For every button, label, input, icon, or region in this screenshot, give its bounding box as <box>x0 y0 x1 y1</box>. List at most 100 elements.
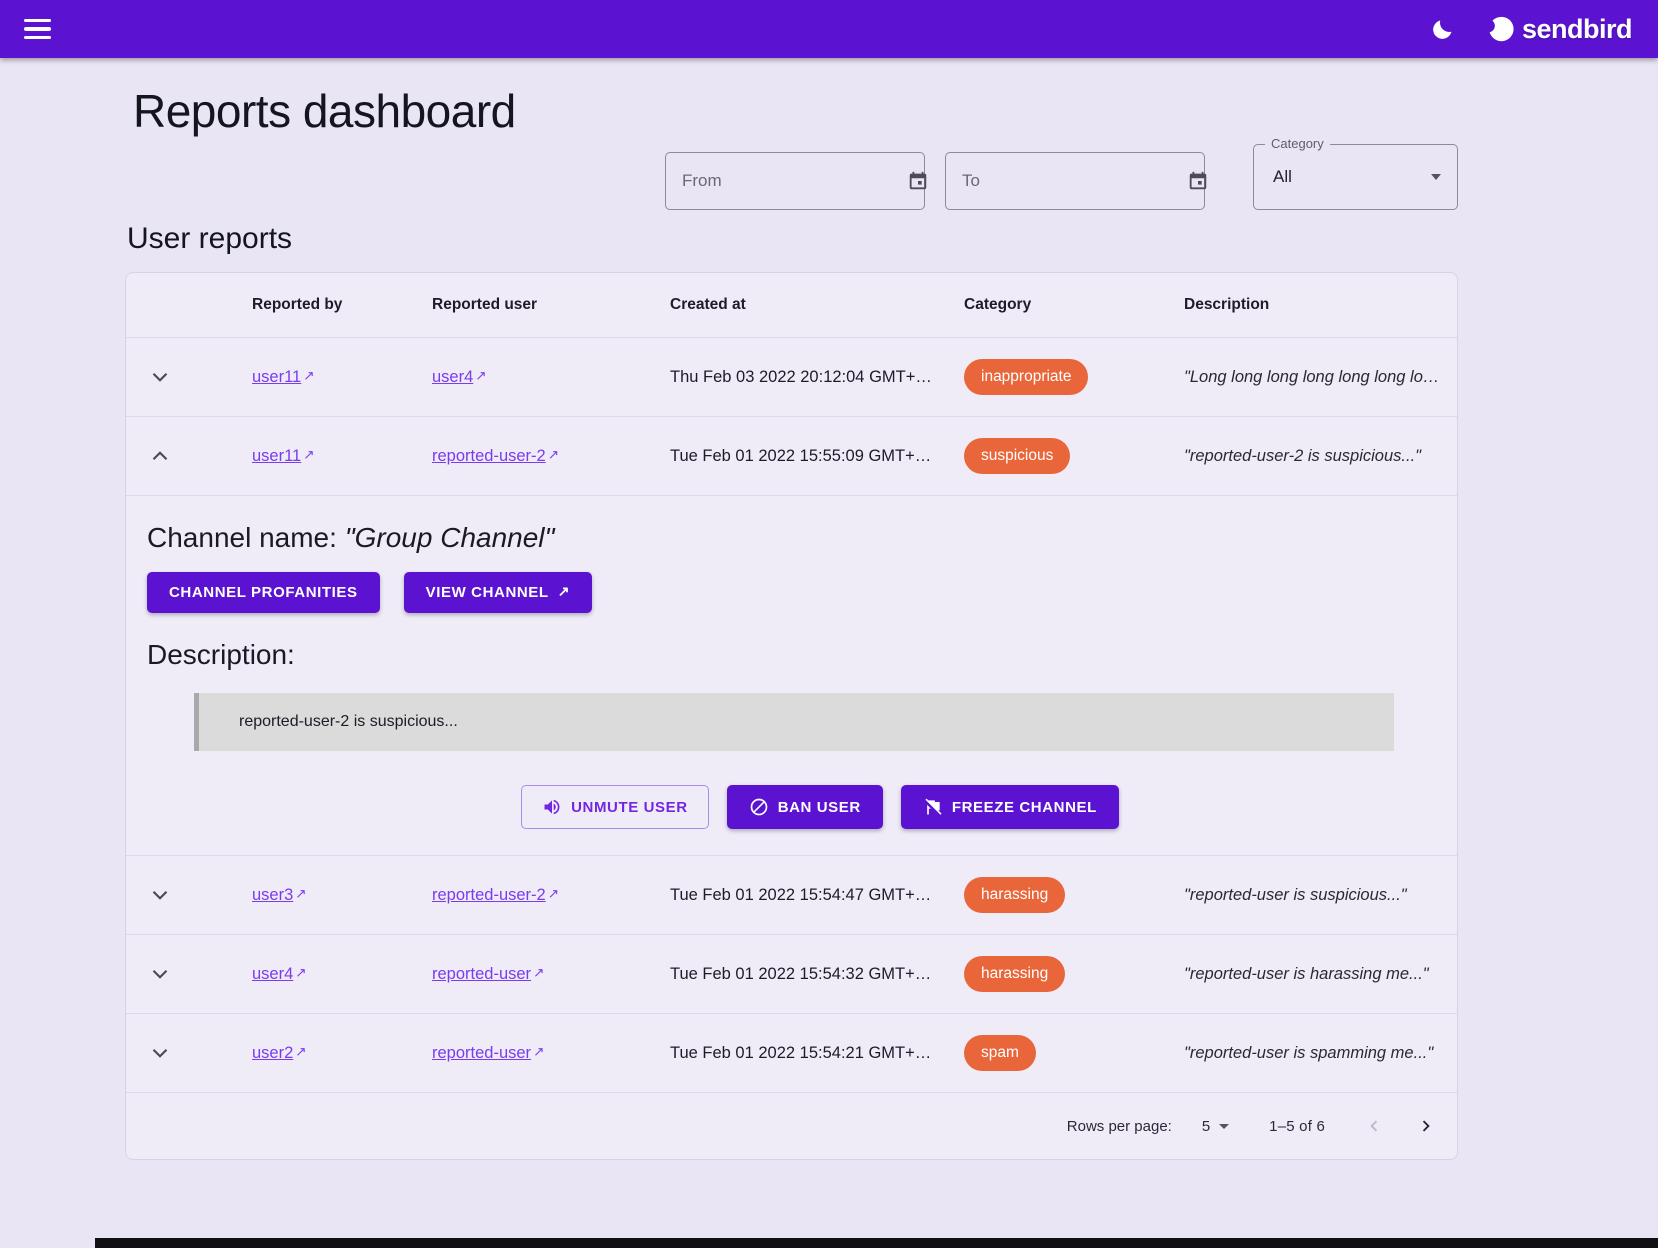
reported-by-link[interactable]: user11↗ <box>252 368 315 386</box>
external-link-icon: ↗ <box>295 965 306 981</box>
reported-user-link[interactable]: reported-user-2↗ <box>432 886 559 904</box>
expand-row-button[interactable] <box>138 355 182 399</box>
report-description-quote: reported-user-2 is suspicious... <box>194 693 1394 751</box>
reported-user-link[interactable]: reported-user↗ <box>432 1044 544 1062</box>
reported-by-link[interactable]: user3↗ <box>252 886 307 904</box>
calendar-icon <box>907 170 929 192</box>
rows-per-page-select[interactable]: 5 <box>1202 1118 1229 1135</box>
detail-description-label: Description: <box>147 639 1437 671</box>
expand-cell <box>126 1031 236 1075</box>
column-header-description: Description <box>1168 296 1457 314</box>
rows-per-page-value: 5 <box>1202 1118 1210 1135</box>
chevron-up-icon <box>147 443 173 469</box>
ban-user-button[interactable]: BAN USER <box>727 785 883 829</box>
category-select[interactable]: Category All <box>1253 144 1458 210</box>
link-text: user4 <box>432 368 473 386</box>
report-detail-panel: Channel name: "Group Channel" CHANNEL PR… <box>126 495 1457 855</box>
description-cell: "reported-user is harassing me..." <box>1168 965 1457 984</box>
from-date-input[interactable] <box>682 171 903 191</box>
created-at-cell: Thu Feb 03 2022 20:12:04 GMT+… <box>654 368 948 387</box>
chevron-down-icon <box>147 961 173 987</box>
chevron-left-icon <box>1363 1115 1385 1137</box>
table-header-row: Reported by Reported user Created at Cat… <box>126 273 1457 337</box>
created-at-cell: Tue Feb 01 2022 15:54:32 GMT+… <box>654 965 948 984</box>
created-at-cell: Tue Feb 01 2022 15:55:09 GMT+… <box>654 447 948 466</box>
chevron-down-icon <box>147 364 173 390</box>
brand-wordmark: sendbird <box>1522 14 1632 45</box>
link-text: reported-user-2 <box>432 447 546 465</box>
button-label: VIEW CHANNEL <box>426 584 549 601</box>
category-select-value: All <box>1273 167 1431 187</box>
menu-button[interactable] <box>24 9 64 49</box>
page-title: Reports dashboard <box>133 84 1458 138</box>
section-title: User reports <box>127 222 1458 256</box>
link-text: user11 <box>252 368 301 386</box>
reported-user-link[interactable]: reported-user-2↗ <box>432 447 559 465</box>
button-label: FREEZE CHANNEL <box>952 799 1097 816</box>
table-row-expanded: user11↗ reported-user-2↗ Tue Feb 01 2022… <box>126 416 1457 495</box>
category-badge: inappropriate <box>964 359 1088 395</box>
reported-user-link[interactable]: reported-user↗ <box>432 965 544 983</box>
ban-icon <box>749 797 769 817</box>
expand-cell <box>126 952 236 996</box>
channel-name-label: Channel name: <box>147 522 345 553</box>
moderation-actions-row: UNMUTE USER BAN USER <box>175 785 1458 835</box>
created-at-cell: Tue Feb 01 2022 15:54:47 GMT+… <box>654 886 948 905</box>
reported-by-link[interactable]: user11↗ <box>252 447 315 465</box>
expand-row-button[interactable] <box>138 873 182 917</box>
link-text: reported-user <box>432 1044 531 1062</box>
unmute-user-button[interactable]: UNMUTE USER <box>521 785 709 829</box>
user-reports-table: Reported by Reported user Created at Cat… <box>125 272 1458 1160</box>
link-text: user2 <box>252 1044 293 1062</box>
link-text: reported-user-2 <box>432 886 546 904</box>
expand-cell <box>126 434 236 478</box>
dropdown-arrow-icon <box>1431 174 1441 180</box>
category-badge: harassing <box>964 956 1065 992</box>
external-link-icon: ↗ <box>548 886 559 902</box>
volume-up-icon <box>542 797 562 817</box>
external-link-icon: ↗ <box>548 447 559 463</box>
link-text: reported-user <box>432 965 531 983</box>
table-row: user3↗ reported-user-2↗ Tue Feb 01 2022 … <box>126 855 1457 934</box>
button-label: BAN USER <box>778 799 861 816</box>
table-pagination: Rows per page: 5 1–5 of 6 <box>126 1092 1457 1159</box>
reported-by-link[interactable]: user2↗ <box>252 1044 307 1062</box>
sendbird-brand[interactable]: sendbird <box>1485 14 1632 45</box>
reported-user-link[interactable]: user4↗ <box>432 368 487 386</box>
appbar-right: sendbird <box>1430 14 1632 45</box>
from-date-field <box>665 152 925 210</box>
sendbird-logo-icon <box>1485 14 1515 44</box>
external-link-icon: ↗ <box>475 368 486 384</box>
column-header-category: Category <box>948 296 1168 314</box>
to-date-input[interactable] <box>962 171 1183 191</box>
chevron-down-icon <box>147 882 173 908</box>
external-link-icon: ↗ <box>533 965 544 981</box>
description-cell: "reported-user is spamming me..." <box>1168 1044 1457 1063</box>
column-header-reported-by: Reported by <box>236 296 416 314</box>
category-badge: harassing <box>964 877 1065 913</box>
chevron-right-icon <box>1415 1115 1437 1137</box>
from-calendar-button[interactable] <box>903 166 933 196</box>
rows-per-page-label: Rows per page: <box>1067 1118 1172 1135</box>
link-text: user4 <box>252 965 293 983</box>
expand-row-button[interactable] <box>138 1031 182 1075</box>
expand-row-button[interactable] <box>138 952 182 996</box>
theme-toggle-button[interactable] <box>1430 17 1455 42</box>
expand-cell <box>126 873 236 917</box>
channel-profanities-button[interactable]: CHANNEL PROFANITIES <box>147 572 380 613</box>
collapse-row-button[interactable] <box>138 434 182 478</box>
description-cell: "reported-user is suspicious..." <box>1168 886 1457 905</box>
next-page-button[interactable] <box>1407 1107 1445 1145</box>
freeze-channel-button[interactable]: FREEZE CHANNEL <box>901 785 1119 829</box>
channel-name-value: "Group Channel" <box>345 522 555 553</box>
external-link-icon: ↗ <box>558 583 570 600</box>
to-calendar-button[interactable] <box>1183 166 1213 196</box>
reported-by-link[interactable]: user4↗ <box>252 965 307 983</box>
flag-slash-icon <box>923 797 943 817</box>
category-select-label: Category <box>1265 136 1330 151</box>
external-link-icon: ↗ <box>533 1044 544 1060</box>
view-channel-button[interactable]: VIEW CHANNEL ↗ <box>404 572 592 613</box>
column-header-reported-user: Reported user <box>416 296 654 314</box>
previous-page-button[interactable] <box>1355 1107 1393 1145</box>
dropdown-caret-icon <box>1219 1124 1229 1129</box>
